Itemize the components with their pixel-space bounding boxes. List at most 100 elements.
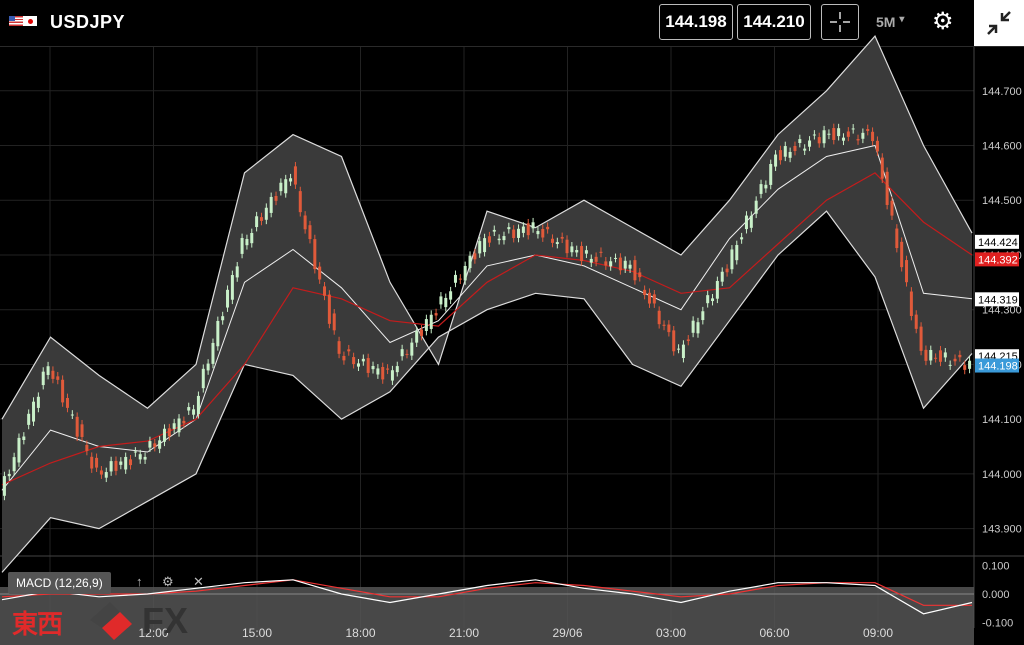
candle-body <box>948 364 952 366</box>
candle-body <box>424 319 428 332</box>
candle-body <box>386 368 390 370</box>
candle-body <box>764 184 768 189</box>
candle-body <box>856 139 860 141</box>
candle-body <box>953 358 957 362</box>
candle-body <box>56 376 60 380</box>
candle-body <box>798 139 802 143</box>
candle-body <box>279 182 283 192</box>
candle-body <box>342 355 346 361</box>
candle-body <box>192 409 196 415</box>
candle-body <box>866 129 870 131</box>
price-chart[interactable]: 144.700144.600144.500144.400144.300144.2… <box>0 0 1024 645</box>
candle-body <box>681 344 685 359</box>
candle-body <box>628 264 632 269</box>
candle-body <box>46 366 50 375</box>
candle-body <box>395 366 399 373</box>
candle-body <box>361 358 365 362</box>
candle-body <box>851 128 855 130</box>
candle-body <box>701 311 705 321</box>
arrow-up-icon[interactable]: ↑ <box>136 574 143 589</box>
candle-body <box>7 473 11 477</box>
candle-body <box>885 171 889 205</box>
candle-body <box>405 353 409 355</box>
candle-body <box>647 292 651 304</box>
candle-body <box>555 242 559 245</box>
candle-body <box>623 260 627 269</box>
candle-body <box>216 320 220 347</box>
candle-body <box>667 324 671 333</box>
candle-body <box>85 444 89 451</box>
candle-body <box>890 200 894 216</box>
x-tick-label: 21:00 <box>449 626 479 640</box>
candle-body <box>153 443 157 448</box>
candle-body <box>483 238 487 253</box>
candle-body <box>924 349 928 361</box>
candle-body <box>919 326 923 351</box>
candle-body <box>841 137 845 141</box>
candle-body <box>318 266 322 280</box>
candle-body <box>502 236 506 241</box>
macd-tick-label: 0.100 <box>982 561 1010 573</box>
bollinger-band-fill <box>2 36 972 573</box>
candle-body <box>22 436 26 441</box>
gear-icon[interactable]: ⚙ <box>162 574 174 590</box>
candle-body <box>410 342 414 356</box>
logo-text-jp: 東西 <box>12 609 63 639</box>
candle-body <box>774 154 778 167</box>
price-tag-label: 144.392 <box>978 254 1018 266</box>
close-icon[interactable]: ✕ <box>193 574 204 590</box>
candle-body <box>788 151 792 158</box>
candle-body <box>264 207 268 220</box>
candle-body <box>289 178 293 182</box>
macd-tick-label: 0.000 <box>982 589 1010 601</box>
candle-body <box>735 245 739 261</box>
candle-body <box>12 457 16 472</box>
candle-body <box>124 456 128 470</box>
candle-body <box>565 239 569 254</box>
candle-body <box>468 255 472 269</box>
candle-body <box>643 289 647 295</box>
candle-body <box>827 133 831 135</box>
candle-body <box>633 260 637 281</box>
candle-body <box>332 313 336 331</box>
y-tick-label: 144.000 <box>982 469 1022 481</box>
candle-body <box>584 250 588 254</box>
candle-body <box>172 423 176 429</box>
candle-body <box>196 395 200 415</box>
candle-body <box>337 341 341 354</box>
candle-body <box>274 195 278 201</box>
candle-body <box>517 228 521 238</box>
x-tick-label: 15:00 <box>242 626 272 640</box>
logo-text-fx: FX <box>142 600 189 641</box>
candle-body <box>546 226 550 230</box>
candle-body <box>749 215 753 228</box>
candle-body <box>638 272 642 278</box>
candle-body <box>308 225 312 240</box>
candle-body <box>778 150 782 161</box>
price-tag-label: 144.319 <box>978 294 1018 306</box>
candle-body <box>487 236 491 243</box>
candle-body <box>696 322 700 334</box>
candle-body <box>420 329 424 336</box>
candle-body <box>740 237 744 240</box>
candle-body <box>744 215 748 230</box>
candle-body <box>526 223 530 236</box>
candle-body <box>221 316 225 321</box>
candle-body <box>875 140 879 152</box>
candle-body <box>143 456 147 460</box>
candle-body <box>492 229 496 232</box>
y-tick-label: 143.900 <box>982 524 1022 536</box>
candle-body <box>390 370 394 381</box>
candle-body <box>662 324 666 326</box>
candle-body <box>36 396 40 408</box>
candle-body <box>536 231 540 235</box>
candle-body <box>808 140 812 147</box>
candle-body <box>686 339 690 341</box>
candle-body <box>61 379 65 403</box>
macd-indicator-label[interactable]: MACD (12,26,9) <box>8 572 111 594</box>
candle-body <box>706 295 710 304</box>
candle-body <box>366 358 370 373</box>
candle-body <box>80 424 84 437</box>
x-tick-label: 09:00 <box>863 626 893 640</box>
candle-body <box>201 368 205 389</box>
